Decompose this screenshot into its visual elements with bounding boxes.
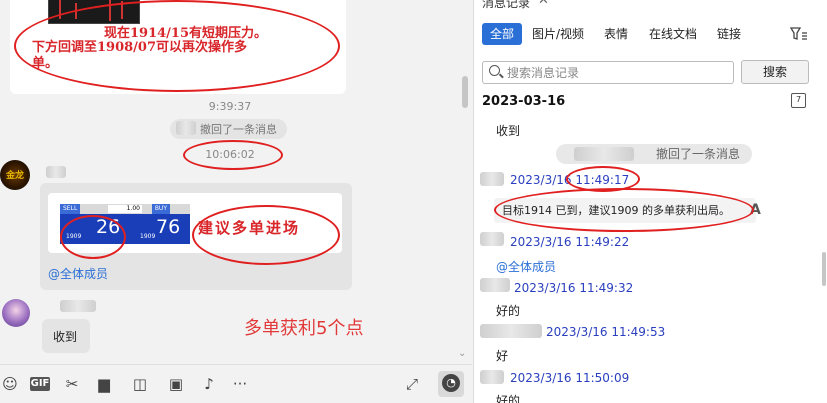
- search-icon: [489, 65, 500, 76]
- message-text: 收到: [53, 330, 78, 344]
- search-input[interactable]: [507, 64, 727, 81]
- search-box: [482, 61, 734, 84]
- timestamp: 9:39:37: [208, 100, 252, 113]
- image-icon[interactable]: ▣: [166, 375, 186, 393]
- input-toolbar: ☺ GIF ✂ ▆ ◫ ▣ ♪ ··· ⤢ ◔: [0, 364, 472, 403]
- tab-media[interactable]: 图片/视频: [532, 23, 584, 45]
- history-message: 收到: [496, 124, 521, 138]
- profit-annotation: 多单获利5个点: [244, 318, 364, 339]
- history-scrollbar[interactable]: [822, 252, 826, 286]
- scissors-icon[interactable]: ✂: [62, 375, 82, 393]
- app-window: 现在1914/15有短期压力。 下方回调至1908/07可以再次操作多 单。 9…: [0, 0, 827, 403]
- message-time: 2023/3/16 11:49:53: [546, 325, 666, 339]
- date-header: 2023-03-16: [482, 94, 566, 109]
- tab-links[interactable]: 链接: [717, 23, 741, 45]
- message-time: 2023/3/16 11:50:09: [510, 371, 630, 385]
- history-message: 好: [496, 349, 509, 363]
- blurred-name: [574, 147, 634, 161]
- message-bubble[interactable]: SELL 1.00 BUY 26 76 1909 1909 建议多单进场 @全体…: [40, 183, 352, 290]
- mention-all[interactable]: @全体成员: [48, 265, 108, 282]
- history-mention[interactable]: @全体成员: [496, 258, 556, 275]
- history-panel: 消息记录 ✕ 全部 图片/视频 表情 在线文档 链接 搜索 2023-03-16…: [473, 0, 827, 403]
- blurred-sender-name: [480, 232, 504, 246]
- tab-all[interactable]: 全部: [482, 23, 523, 45]
- emoji-icon[interactable]: ☺: [0, 375, 20, 393]
- blurred-sender-name: [60, 300, 96, 312]
- quantity: 1.00: [108, 205, 142, 213]
- sell-label: SELL: [60, 204, 81, 214]
- expand-icon[interactable]: ⤢: [402, 375, 422, 393]
- price-circle: [60, 215, 126, 259]
- blurred-sender-name: [46, 166, 66, 178]
- message-circle: [494, 188, 754, 232]
- blurred-sender-name: [480, 172, 504, 186]
- blurred-name: [176, 121, 196, 135]
- chevron-down-icon[interactable]: ⌄: [458, 348, 466, 359]
- history-message: 好的: [496, 394, 521, 403]
- blurred-sender-name: [480, 370, 504, 384]
- file-icon[interactable]: ◫: [130, 375, 150, 393]
- filter-icon[interactable]: [790, 27, 808, 41]
- annotation-circle: [192, 205, 340, 265]
- bell-icon[interactable]: ♪: [199, 375, 219, 393]
- history-message: 好的: [496, 304, 521, 318]
- chat-scrollbar[interactable]: [462, 76, 468, 108]
- calendar-icon[interactable]: 7: [791, 93, 806, 108]
- recall-notice-text: 撤回了一条消息: [200, 123, 277, 136]
- tab-stickers[interactable]: 表情: [604, 23, 628, 45]
- avatar[interactable]: 金龙: [0, 160, 30, 190]
- close-icon[interactable]: ✕: [538, 0, 549, 8]
- history-title: 消息记录: [482, 0, 531, 10]
- note-circle: [14, 0, 340, 92]
- history-clock-icon: ◔: [442, 374, 460, 392]
- tab-docs[interactable]: 在线文档: [649, 23, 697, 45]
- more-icon[interactable]: ···: [230, 375, 250, 393]
- history-button[interactable]: ◔: [438, 371, 464, 397]
- message-time: 2023/3/16 11:49:22: [510, 235, 630, 249]
- folder-icon[interactable]: ▆: [94, 375, 114, 393]
- gif-button[interactable]: GIF: [30, 377, 50, 391]
- avatar[interactable]: [2, 299, 30, 327]
- message-time: 2023/3/16 11:49:32: [514, 281, 634, 295]
- buy-price-prefix: 1909: [140, 233, 156, 240]
- timestamp-circle: [183, 140, 283, 170]
- trade-image[interactable]: SELL 1.00 BUY 26 76 1909 1909 建议多单进场: [48, 193, 342, 265]
- buy-price: 76: [156, 216, 181, 238]
- blurred-sender-name: [480, 324, 542, 338]
- image-message-card[interactable]: 现在1914/15有短期压力。 下方回调至1908/07可以再次操作多 单。: [10, 0, 346, 94]
- message-bubble[interactable]: 收到: [42, 319, 90, 353]
- blurred-sender-name: [480, 278, 510, 292]
- chat-pane: 现在1914/15有短期压力。 下方回调至1908/07可以再次操作多 单。 9…: [0, 0, 472, 403]
- recall-notice-text: 撤回了一条消息: [656, 147, 741, 161]
- search-button[interactable]: 搜索: [741, 60, 809, 84]
- buy-label: BUY: [151, 204, 170, 214]
